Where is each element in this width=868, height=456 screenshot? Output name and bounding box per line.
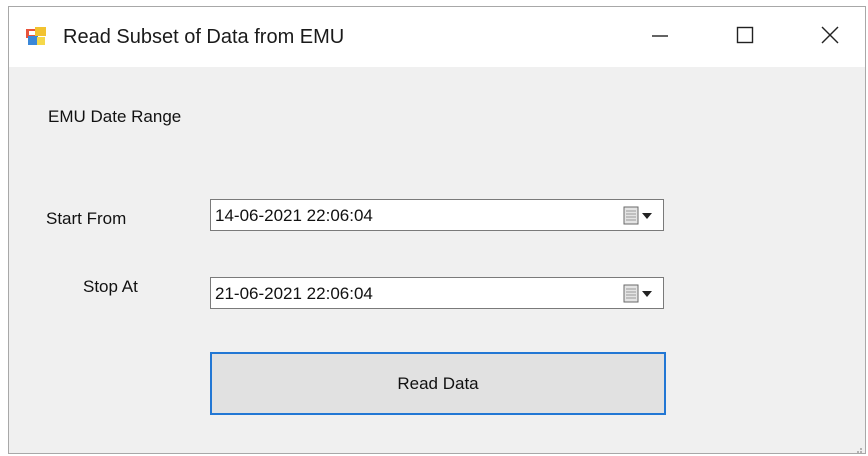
dialog-window: Read Subset of Data from EMU EMU Date Ra… [8,6,866,454]
close-button[interactable] [800,7,860,67]
calendar-dropdown-icon[interactable] [623,284,655,304]
start-date-picker[interactable]: 14-06-2021 22:06:04 [210,199,664,231]
minimize-button[interactable] [630,7,690,67]
maximize-icon [736,26,754,49]
resize-grip-icon[interactable] [853,441,863,453]
windows-form-icon [26,27,46,47]
start-date-value[interactable]: 14-06-2021 22:06:04 [215,206,373,226]
stop-at-label: Stop At [83,277,138,296]
close-icon [821,26,839,49]
minimize-icon [651,26,669,49]
title-bar[interactable]: Read Subset of Data from EMU [9,7,865,67]
stop-date-value[interactable]: 21-06-2021 22:06:04 [215,284,373,304]
date-range-label: EMU Date Range [48,107,182,126]
maximize-button[interactable] [715,7,775,67]
read-data-button[interactable]: Read Data [210,352,666,415]
window-title: Read Subset of Data from EMU [63,26,345,48]
stop-date-picker[interactable]: 21-06-2021 22:06:04 [210,277,664,309]
calendar-dropdown-icon[interactable] [623,206,655,226]
start-from-label: Start From [46,209,127,228]
read-data-label: Read Data [397,373,479,393]
